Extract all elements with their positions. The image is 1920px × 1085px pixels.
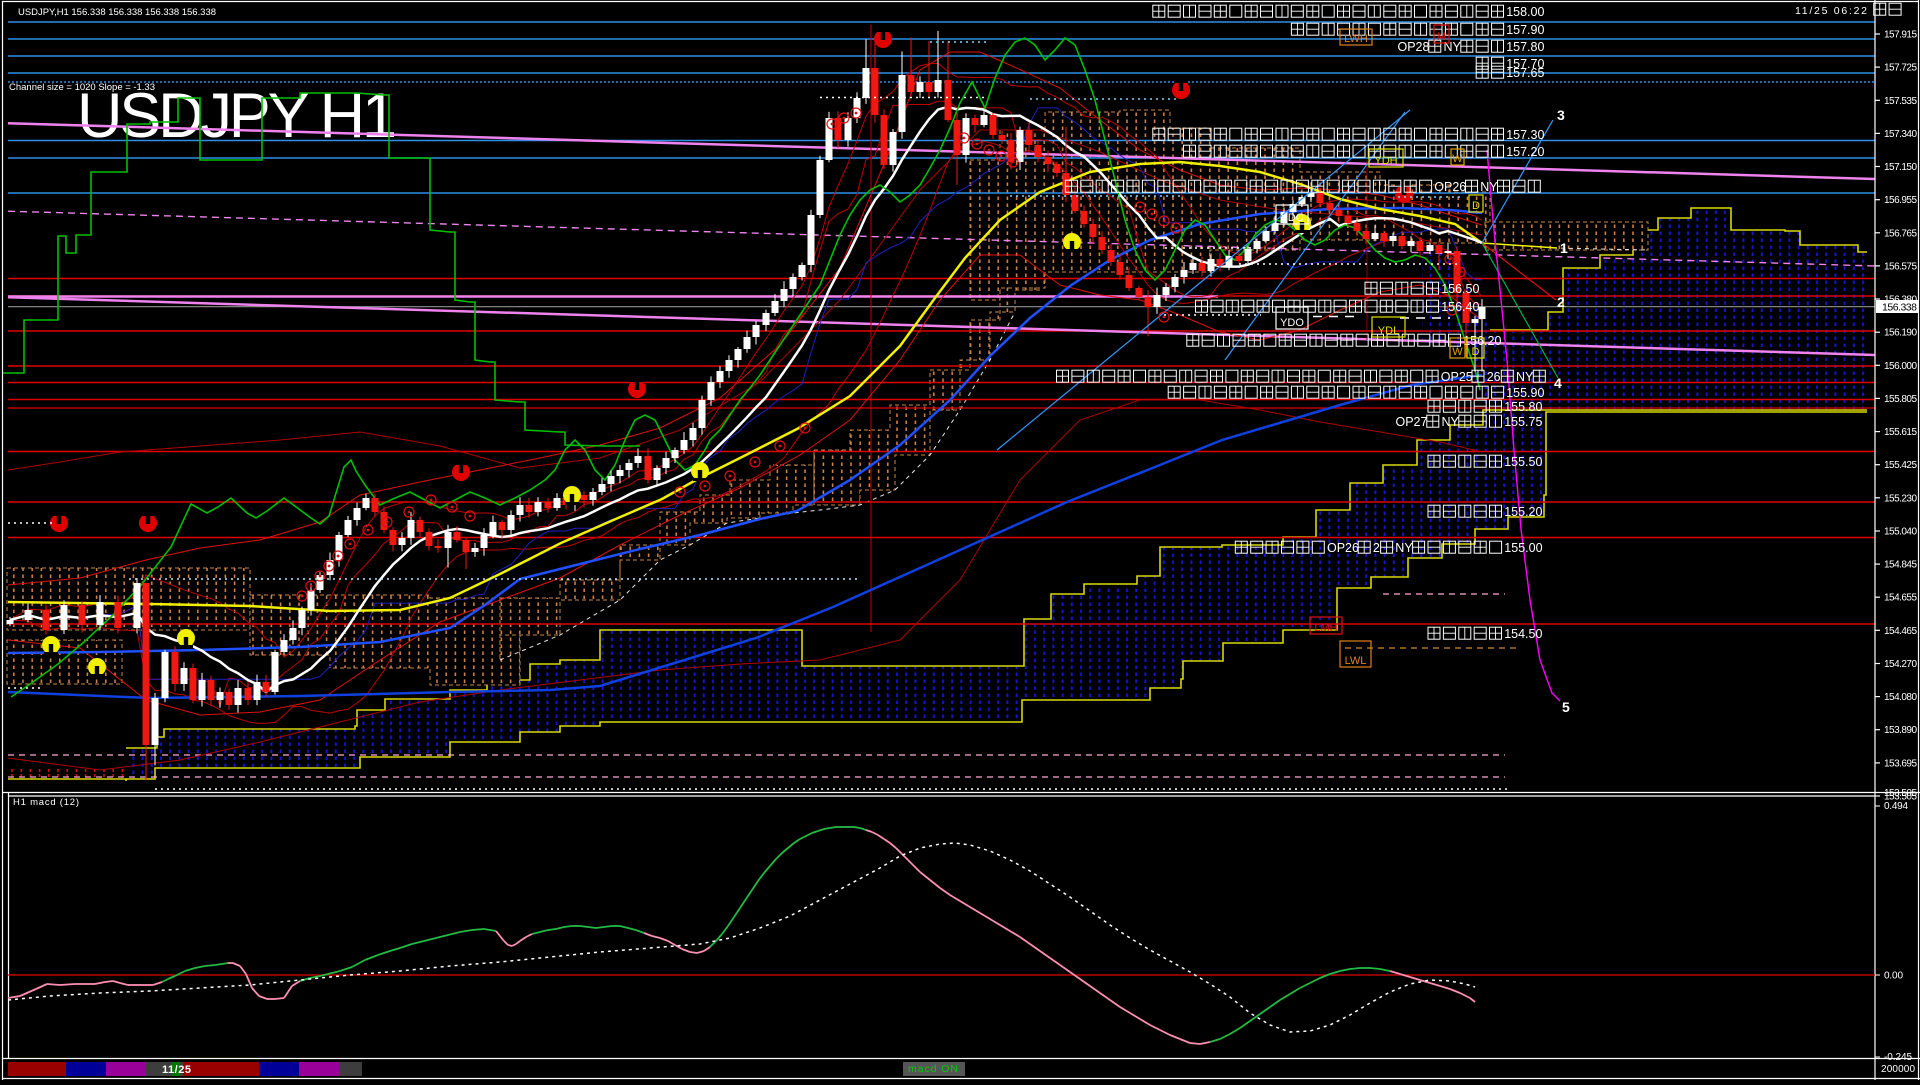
svg-text:11/25 06:22: 11/25 06:22	[1795, 5, 1867, 17]
svg-text:11/25: 11/25	[162, 1064, 191, 1076]
svg-text:OP25: OP25	[1441, 370, 1473, 384]
svg-text:157.30: 157.30	[1506, 128, 1544, 142]
svg-text:155.75: 155.75	[1504, 415, 1542, 429]
svg-text:155.615: 155.615	[1884, 427, 1917, 438]
svg-text:YDL: YDL	[1378, 325, 1399, 337]
svg-text:NY: NY	[1395, 541, 1413, 555]
svg-text:155.040: 155.040	[1884, 526, 1917, 537]
svg-text:LWH: LWH	[1344, 33, 1368, 45]
svg-text:-0.245: -0.245	[1884, 1052, 1912, 1063]
svg-text:157.150: 157.150	[1884, 162, 1917, 173]
svg-text:26: 26	[1487, 370, 1501, 384]
svg-text:YDO: YDO	[1280, 317, 1304, 329]
svg-text:154.845: 154.845	[1884, 560, 1917, 571]
svg-text:155.50: 155.50	[1504, 455, 1542, 469]
svg-text:NY: NY	[1480, 180, 1498, 194]
svg-text:154.080: 154.080	[1884, 692, 1917, 703]
svg-text:154.50: 154.50	[1504, 627, 1542, 641]
svg-text:D: D	[1472, 200, 1480, 212]
svg-text:M: M	[1437, 31, 1446, 43]
svg-text:OP26: OP26	[1327, 541, 1359, 555]
svg-text:USDJPY,H1 156.338 156.338 156: USDJPY,H1 156.338 156.338 156.338 156.33…	[18, 7, 216, 18]
svg-text:157.535: 157.535	[1884, 96, 1917, 107]
svg-text:156.338: 156.338	[1882, 302, 1917, 314]
svg-text:OP28: OP28	[1398, 40, 1430, 54]
svg-text:macd ON: macd ON	[908, 1063, 958, 1075]
svg-text:156.575: 156.575	[1884, 261, 1917, 272]
svg-text:157.20: 157.20	[1506, 145, 1544, 159]
svg-text:157.90: 157.90	[1506, 23, 1544, 37]
svg-text:156.190: 156.190	[1884, 328, 1917, 339]
svg-text:NY: NY	[1444, 40, 1462, 54]
svg-text:0.00: 0.00	[1884, 971, 1903, 982]
svg-text:153.890: 153.890	[1884, 725, 1917, 736]
svg-text:156.20: 156.20	[1463, 334, 1501, 348]
svg-text:155.00: 155.00	[1504, 541, 1542, 555]
svg-text:156.000: 156.000	[1884, 361, 1917, 372]
svg-text:156.765: 156.765	[1884, 228, 1917, 239]
svg-text:157.80: 157.80	[1506, 40, 1544, 54]
svg-text:156.955: 156.955	[1884, 195, 1917, 206]
svg-text:LMH: LMH	[1314, 622, 1337, 634]
svg-text:157.725: 157.725	[1884, 63, 1917, 74]
svg-text:155.230: 155.230	[1884, 493, 1917, 504]
svg-text:200000: 200000	[1881, 1064, 1915, 1075]
svg-text:5: 5	[1562, 699, 1570, 715]
svg-text:3: 3	[1557, 107, 1565, 123]
svg-text:156.40: 156.40	[1441, 300, 1479, 314]
svg-text:YDC: YDC	[1280, 212, 1303, 224]
svg-text:NY: NY	[1442, 415, 1460, 429]
svg-text:154.655: 154.655	[1884, 593, 1917, 604]
svg-text:154.465: 154.465	[1884, 626, 1917, 637]
svg-text:155.90: 155.90	[1506, 386, 1544, 400]
svg-text:1: 1	[1560, 240, 1568, 256]
svg-text:W: W	[1452, 346, 1463, 358]
svg-text:157.915: 157.915	[1884, 30, 1917, 41]
svg-text:OP26: OP26	[1434, 180, 1466, 194]
svg-text:YDH: YDH	[1374, 155, 1397, 167]
svg-text:157.65: 157.65	[1506, 66, 1544, 80]
svg-text:H1 macd (12): H1 macd (12)	[13, 797, 79, 808]
svg-text:LWL: LWL	[1345, 655, 1367, 667]
svg-text:154.270: 154.270	[1884, 659, 1917, 670]
svg-text:157.340: 157.340	[1884, 129, 1917, 140]
svg-text:2: 2	[1557, 294, 1565, 310]
svg-text:D: D	[1472, 346, 1480, 358]
svg-text:153.695: 153.695	[1884, 758, 1917, 769]
svg-text:155.425: 155.425	[1884, 460, 1917, 471]
svg-text:2: 2	[1373, 541, 1380, 555]
svg-text:W: W	[1452, 153, 1463, 165]
svg-text:0.494: 0.494	[1884, 801, 1908, 812]
svg-text:NY: NY	[1516, 370, 1534, 384]
svg-text:158.00: 158.00	[1506, 5, 1544, 19]
svg-text:153.505: 153.505	[1884, 788, 1917, 799]
svg-text:156.50: 156.50	[1441, 282, 1479, 296]
svg-text:155.805: 155.805	[1884, 394, 1917, 405]
svg-text:155.20: 155.20	[1504, 505, 1542, 519]
svg-text:155.80: 155.80	[1504, 400, 1542, 414]
svg-text:OP27: OP27	[1396, 415, 1428, 429]
svg-text:Channel size = 1020 Slope = -1: Channel size = 1020 Slope = -1.33	[9, 82, 155, 93]
svg-text:4: 4	[1554, 375, 1562, 391]
